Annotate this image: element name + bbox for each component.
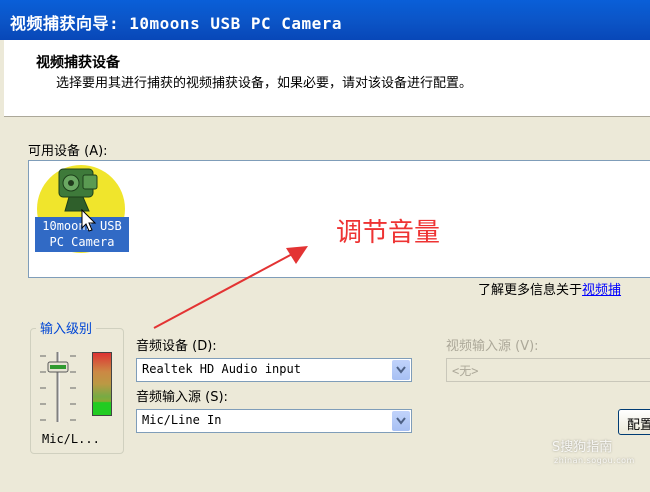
audio-device-select[interactable]: Realtek HD Audio input: [136, 358, 412, 382]
audio-source-label: 音频输入源 (S):: [136, 390, 228, 405]
annotation-arrow: [153, 246, 308, 329]
audio-source-value: Mic/Line In: [142, 413, 222, 427]
header-title: 视频捕获设备: [36, 55, 120, 71]
level-meter: [92, 352, 112, 416]
mouse-pointer-icon: [81, 209, 97, 232]
chevron-down-icon[interactable]: [392, 411, 410, 431]
video-source-value: <无>: [452, 364, 479, 378]
configure-button[interactable]: 配置: [618, 409, 650, 435]
available-devices-label: 可用设备 (A):: [28, 144, 108, 159]
volume-slider[interactable]: [38, 350, 78, 424]
annotation-text: 调节音量: [336, 218, 441, 248]
more-info-link[interactable]: 视频捕: [582, 283, 621, 298]
input-source-short: Mic/L...: [42, 432, 100, 446]
input-level-title: 输入级别: [36, 318, 97, 337]
watermark: S搜狗指南 zhinan.sogou.com: [552, 436, 634, 465]
webcam-icon: [58, 168, 98, 212]
watermark-text: S搜狗指南: [552, 440, 613, 455]
device-name-line2: PC Camera: [49, 235, 115, 249]
window-titlebar[interactable]: 视频捕获向导: 10moons USB PC Camera: [0, 0, 650, 40]
more-info-text: 了解更多信息关于: [478, 283, 583, 298]
wizard-header: 视频捕获设备 选择要用其进行捕获的视频捕获设备，如果必要，请对该设备进行配置。: [4, 40, 650, 117]
more-info: 了解更多信息关于视频捕: [478, 279, 621, 298]
watermark-url: zhinan.sogou.com: [554, 456, 635, 465]
video-source-select: <无>: [446, 358, 650, 382]
audio-device-value: Realtek HD Audio input: [142, 362, 301, 376]
header-subtitle: 选择要用其进行捕获的视频捕获设备，如果必要，请对该设备进行配置。: [56, 76, 473, 91]
audio-device-label: 音频设备 (D):: [136, 339, 217, 354]
configure-button-label: 配置: [627, 418, 650, 433]
window-title: 视频捕获向导: 10moons USB PC Camera: [10, 14, 343, 33]
video-source-label: 视频输入源 (V):: [446, 339, 539, 354]
audio-source-select[interactable]: Mic/Line In: [136, 409, 412, 433]
chevron-down-icon[interactable]: [392, 360, 410, 380]
